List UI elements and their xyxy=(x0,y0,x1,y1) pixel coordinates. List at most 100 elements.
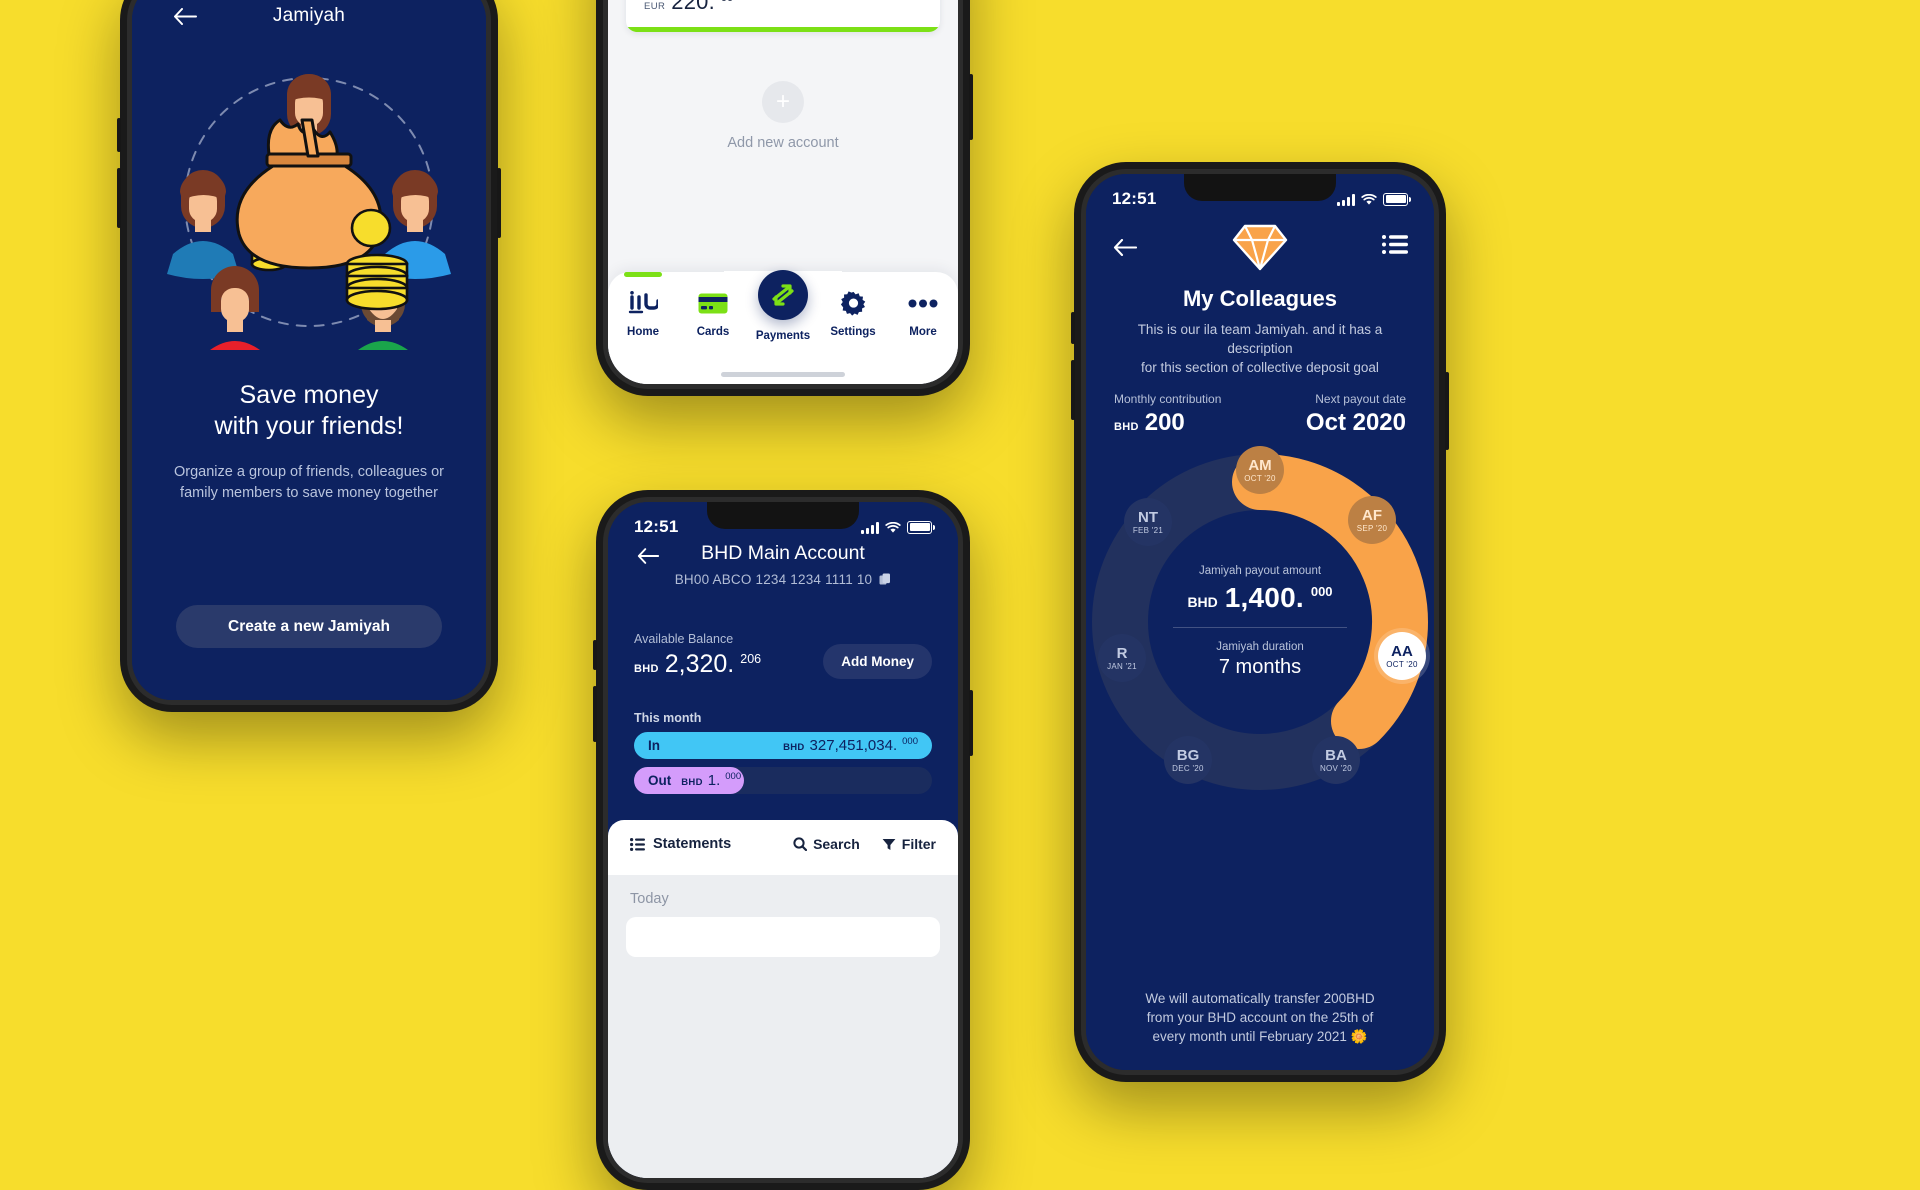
tab-more-label: More xyxy=(909,326,937,338)
tab-cards[interactable]: Cards xyxy=(678,286,748,342)
member-initials: NT xyxy=(1138,508,1158,526)
member-avatar-nt[interactable]: NT FEB '21 xyxy=(1124,498,1172,546)
payout-amount-label: Jamiyah payout amount xyxy=(1198,565,1322,577)
account-card-euro[interactable]: Euro Account › EUR 220. 00 xyxy=(626,0,940,32)
ila-logo-icon xyxy=(608,286,678,320)
balance-amount: 2,320. xyxy=(664,650,735,678)
money-in-label: In xyxy=(648,738,660,753)
phone-my-colleagues: 12:51 My Colleagues This is our ila team… xyxy=(1071,162,1449,1082)
ellipsis-icon xyxy=(888,286,958,320)
copy-icon xyxy=(879,573,891,584)
phone1-volume-down[interactable] xyxy=(117,168,121,228)
member-avatar-aa[interactable]: AA OCT '20 xyxy=(1378,632,1426,680)
subtitle: Organize a group of friends, colleagues … xyxy=(158,462,460,503)
phone3-power[interactable] xyxy=(969,690,973,756)
duration-value: 7 months xyxy=(1218,656,1302,678)
wifi-icon xyxy=(885,521,901,533)
back-arrow-icon[interactable] xyxy=(636,544,660,568)
phone3-volume-down[interactable] xyxy=(593,686,597,742)
euro-amount: 220. xyxy=(671,0,715,14)
transaction-row[interactable] xyxy=(626,917,940,957)
money-out-currency: BHD xyxy=(681,777,703,788)
payout-amount: 1,400. xyxy=(1224,582,1304,613)
money-out-label: Out xyxy=(648,773,672,788)
phone2-screen: USD 2,000. 00 Euro Account › xyxy=(608,0,958,384)
phone4-volume-up[interactable] xyxy=(1071,312,1075,344)
phone4-power[interactable] xyxy=(1445,372,1449,450)
headline-line-1: Save money xyxy=(239,381,379,409)
home-indicator[interactable] xyxy=(721,372,845,377)
tab-settings[interactable]: Settings xyxy=(818,286,888,342)
euro-card-accent-bar xyxy=(626,27,940,32)
phone4-volume-down[interactable] xyxy=(1071,360,1075,420)
money-in-amount: 327,451,034. xyxy=(809,737,898,754)
member-avatar-af[interactable]: AF SEP '20 xyxy=(1348,496,1396,544)
phone3-volume-up[interactable] xyxy=(593,640,597,670)
statements-body: Today xyxy=(608,875,958,1178)
member-date: SEP '20 xyxy=(1356,523,1388,533)
tab-settings-label: Settings xyxy=(830,326,876,338)
status-clock: 12:51 xyxy=(634,517,679,536)
next-payout-label: Next payout date xyxy=(1315,392,1406,406)
tab-cards-label: Cards xyxy=(696,326,730,338)
member-avatar-r[interactable]: R JAN '21 xyxy=(1098,634,1146,682)
member-initials: AF xyxy=(1362,506,1382,524)
phone3-header: BHD Main Account BH00 ABCO 1234 1234 111… xyxy=(608,542,958,587)
member-avatar-ba[interactable]: BA NOV '20 xyxy=(1312,736,1360,784)
phone1-power[interactable] xyxy=(497,168,501,238)
headline: Save money with your friends! xyxy=(132,380,486,441)
screenshot-stage: Jamiyah Save money with your friends! Or… xyxy=(0,0,1920,1190)
divider xyxy=(1173,627,1347,628)
this-month-label: This month xyxy=(634,711,702,725)
auto-transfer-note: We will automatically transfer 200BHD fr… xyxy=(1112,989,1408,1046)
balance-label: Available Balance xyxy=(634,632,734,646)
wifi-icon xyxy=(1361,193,1377,205)
description-line-2: for this section of collective deposit g… xyxy=(1141,360,1379,376)
battery-icon xyxy=(907,520,935,534)
phone4-screen: 12:51 My Colleagues This is our ila team… xyxy=(1086,174,1434,1070)
payout-currency: BHD xyxy=(1187,594,1218,610)
tab-home[interactable]: Home xyxy=(608,272,678,342)
euro-currency: EUR xyxy=(644,1,666,12)
money-in-decimals: 000 xyxy=(902,736,918,747)
filter-button[interactable]: Filter xyxy=(882,836,936,852)
filter-icon xyxy=(882,838,896,850)
member-avatar-am[interactable]: AM OCT '20 xyxy=(1236,446,1284,494)
add-money-button[interactable]: Add Money xyxy=(823,644,932,679)
footer-line-1: We will automatically transfer 200BHD xyxy=(1145,990,1375,1006)
monthly-value: 200 xyxy=(1144,409,1185,436)
back-arrow-icon[interactable] xyxy=(1112,234,1138,260)
member-avatar-bg[interactable]: BG DEC '20 xyxy=(1164,736,1212,784)
statements-group-label: Today xyxy=(630,891,669,907)
back-arrow-icon[interactable] xyxy=(172,3,198,29)
description-line-1: This is our ila team Jamiyah. and it has… xyxy=(1137,322,1383,357)
create-new-jamiyah-button[interactable]: Create a new Jamiyah xyxy=(176,605,442,648)
list-menu-icon[interactable] xyxy=(1382,235,1408,259)
search-button[interactable]: Search xyxy=(793,836,860,852)
next-payout-value: Oct 2020 xyxy=(1305,409,1406,436)
tab-more[interactable]: More xyxy=(888,286,958,342)
member-date: JAN '21 xyxy=(1107,661,1137,671)
tab-payments[interactable]: Payments xyxy=(748,270,818,342)
balance-row: Available Balance BHD 2,320. 206 Add Mon… xyxy=(634,632,932,679)
iban-row[interactable]: BH00 ABCO 1234 1234 1111 10 xyxy=(608,572,958,587)
bottom-tab-bar: Home Cards Payments Settings More xyxy=(608,270,958,384)
member-initials: AM xyxy=(1248,456,1272,474)
active-tab-marker xyxy=(624,272,662,277)
money-out-bar: Out BHD 1. 000 xyxy=(634,767,744,794)
plus-icon: + xyxy=(762,81,804,123)
next-payout-date: Next payout date Oct 2020 xyxy=(1306,392,1406,437)
phone2-power[interactable] xyxy=(969,74,973,140)
member-date: FEB '21 xyxy=(1132,525,1164,535)
page-description: This is our ila team Jamiyah. and it has… xyxy=(1112,320,1408,377)
tab-home-label: Home xyxy=(627,326,659,338)
phone-bhd-main-account: 12:51 BHD Main Account BH00 ABCO 1234 12… xyxy=(593,490,973,1190)
search-label: Search xyxy=(813,836,860,852)
footer-line-2: from your BHD account on the 25th of xyxy=(1146,1009,1374,1025)
phone1-volume-up[interactable] xyxy=(117,118,121,152)
statements-sheet: Statements Search Filter Today xyxy=(608,820,958,1178)
member-initials: BA xyxy=(1325,746,1347,764)
add-new-account-button[interactable]: + Add new account xyxy=(608,81,958,151)
diamond-gem-icon xyxy=(1232,222,1288,277)
add-new-account-label: Add new account xyxy=(727,135,839,151)
